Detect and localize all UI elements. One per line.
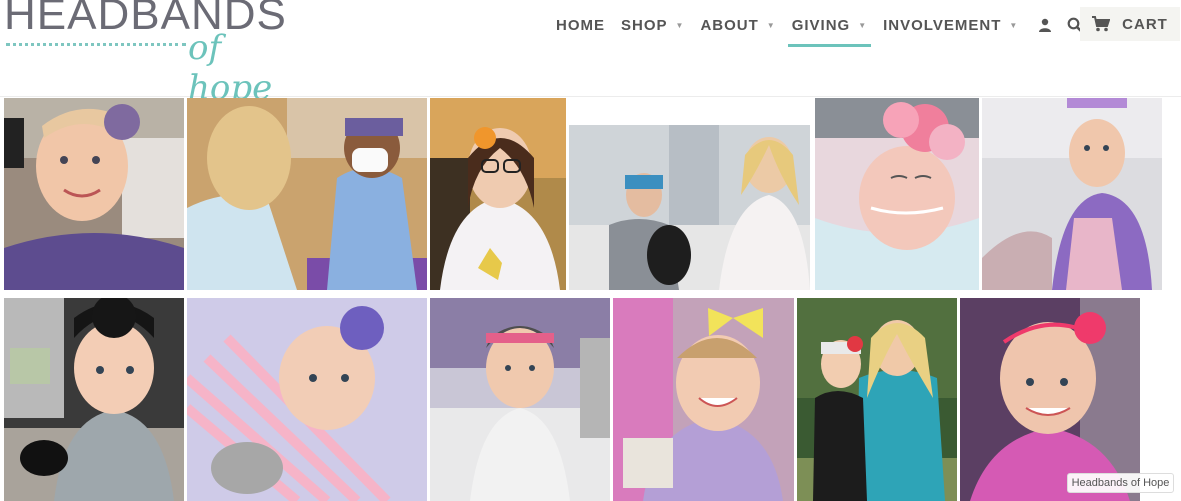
photo-girl-yellow-bow[interactable] (613, 298, 794, 501)
photo-gallery (0, 98, 1181, 501)
logo-sub-text: of hope (188, 28, 273, 108)
photo-baby-striped-purple-flower[interactable] (187, 298, 427, 501)
chevron-down-icon: ▼ (858, 20, 868, 30)
photo-girl-hospital-purple-dress[interactable] (982, 98, 1162, 290)
site-header: HEADBANDS of hope HOME SHOP ▼ ABOUT ▼ GI… (0, 0, 1181, 108)
chevron-down-icon: ▼ (766, 20, 776, 30)
nav-item-shop[interactable]: SHOP ▼ (621, 14, 684, 36)
photo-girl-pink-flower-headband[interactable] (960, 298, 1140, 501)
main-nav: HOME SHOP ▼ ABOUT ▼ GIVING ▼ INVOLVEMENT… (556, 14, 1094, 47)
photo-caption: Headbands of Hope (1067, 473, 1174, 493)
nav-item-label: INVOLVEMENT (883, 16, 1002, 34)
nav-item-involvement[interactable]: INVOLVEMENT ▼ (883, 14, 1018, 36)
chevron-down-icon: ▼ (1009, 20, 1019, 30)
nav-item-label: HOME (556, 16, 605, 34)
logo-dotted-line (6, 43, 186, 46)
photo-girl-glasses-orange-flower[interactable] (430, 98, 566, 290)
cart-button[interactable]: CART (1080, 7, 1180, 41)
nav-item-home[interactable]: HOME (556, 14, 605, 36)
cart-icon (1092, 16, 1111, 32)
photo-boy-hospital-bed-teddy[interactable] (569, 125, 810, 290)
nav-item-label: ABOUT (700, 16, 759, 34)
user-icon[interactable] (1034, 14, 1056, 36)
nav-item-label: GIVING (791, 16, 851, 34)
photo-toddler-black-headband[interactable] (4, 298, 184, 501)
chevron-down-icon: ▼ (675, 20, 685, 30)
photo-woman-with-child-mask[interactable] (187, 98, 427, 290)
photo-girl-purple-headband[interactable] (4, 98, 184, 290)
photo-toddler-hospital-bed[interactable] (430, 298, 610, 501)
nav-item-label: SHOP (621, 16, 668, 34)
nav-item-giving[interactable]: GIVING ▼ (787, 14, 872, 47)
photo-baby-pink-flower-headband[interactable] (815, 98, 979, 290)
photo-girl-with-woman-outdoors[interactable] (797, 298, 957, 501)
site-logo[interactable]: HEADBANDS of hope (4, 0, 294, 108)
cart-label: CART (1122, 15, 1168, 33)
nav-item-about[interactable]: ABOUT ▼ (700, 14, 775, 36)
